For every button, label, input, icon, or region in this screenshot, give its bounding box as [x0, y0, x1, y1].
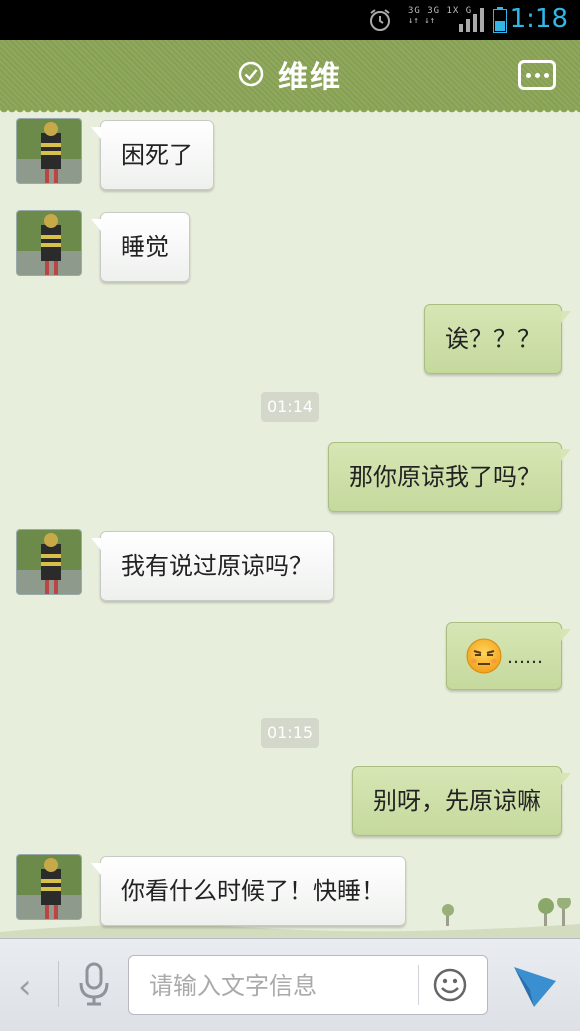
- chat-area[interactable]: 困死了 睡觉 诶？？？ 01:14 那你原谅我了吗？ 我有说过原谅吗？ …… 0…: [0, 108, 580, 938]
- annoyed-face-emoji: [466, 638, 502, 674]
- timestamp: 01:15: [261, 718, 319, 748]
- message-bubble-incoming[interactable]: 睡觉: [91, 212, 190, 282]
- send-arrow-icon[interactable]: [510, 961, 560, 1011]
- status-bar: 3G 3G 1X G ↓↑ ↓↑ 1:18: [0, 0, 580, 40]
- message-text: ……: [507, 647, 543, 668]
- contact-name: 维维: [278, 60, 342, 95]
- network-indicator: 3G 3G 1X G ↓↑ ↓↑: [408, 6, 486, 34]
- message-bubble-outgoing[interactable]: 那你原谅我了吗？: [328, 442, 571, 512]
- signal-icon: [459, 8, 484, 32]
- contact-avatar[interactable]: [16, 529, 82, 595]
- clock: 1:18: [509, 4, 568, 34]
- divider: [58, 961, 59, 1007]
- chevron-left-icon[interactable]: ‹: [18, 967, 32, 1007]
- microphone-icon[interactable]: [76, 961, 112, 1007]
- alarm-icon: [370, 9, 390, 31]
- check-circle-icon: [238, 61, 264, 87]
- title-bar: 维维: [0, 40, 580, 114]
- message-bubble-incoming[interactable]: 你看什么时候了！快睡！: [91, 856, 406, 926]
- contact-avatar[interactable]: [16, 854, 82, 920]
- more-dots-icon: [525, 72, 531, 78]
- message-bubble-incoming[interactable]: 困死了: [91, 120, 214, 190]
- message-bubble-outgoing[interactable]: 别呀，先原谅嘛: [352, 766, 571, 836]
- divider: [418, 965, 419, 1005]
- battery-icon: [493, 7, 507, 33]
- more-options-button[interactable]: [518, 60, 556, 90]
- timestamp: 01:14: [261, 392, 319, 422]
- input-bar: ‹ 请输入文字信息: [0, 938, 580, 1031]
- smiley-icon[interactable]: [432, 967, 468, 1003]
- message-bubble-outgoing[interactable]: ……: [446, 622, 571, 690]
- contact-avatar[interactable]: [16, 118, 82, 184]
- message-bubble-outgoing[interactable]: 诶？？？: [424, 304, 571, 374]
- message-bubble-incoming[interactable]: 我有说过原谅吗？: [91, 531, 334, 601]
- contact-avatar[interactable]: [16, 210, 82, 276]
